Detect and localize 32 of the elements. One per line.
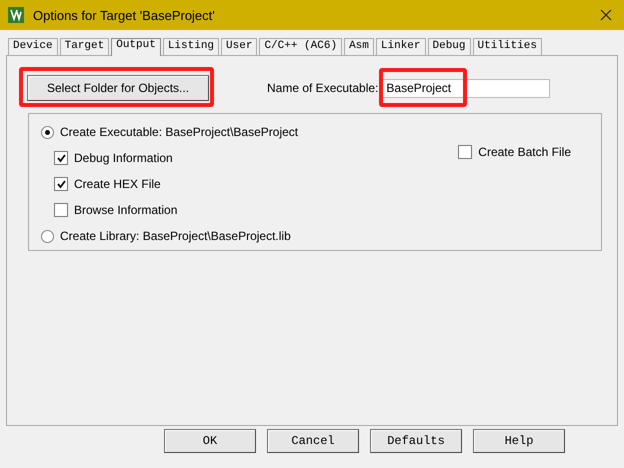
option-label: Create HEX File <box>74 177 161 191</box>
app-logo-icon <box>8 7 24 23</box>
input-field[interactable]: BaseProject <box>382 78 550 98</box>
option-label: Browse Information <box>74 203 178 217</box>
radio-button[interactable] <box>41 230 54 242</box>
window-title: Options for Target 'BaseProject' <box>33 8 216 22</box>
tab[interactable]: Listing <box>162 38 220 55</box>
ok-button[interactable]: OK <box>164 429 256 453</box>
checkbox[interactable] <box>458 145 472 159</box>
option-label: Create Executable: BaseProject\BaseProject <box>60 125 298 139</box>
option-label: Create Batch File <box>478 145 571 159</box>
tab[interactable]: Target <box>60 38 110 55</box>
tab[interactable]: Linker <box>376 38 426 55</box>
tab[interactable]: C/C++ (AC6) <box>259 38 342 55</box>
checkbox[interactable] <box>54 203 68 217</box>
option-label: Create Library: BaseProject\BaseProject.lib <box>60 229 291 243</box>
checkbox[interactable] <box>54 151 68 165</box>
tab[interactable]: Utilities <box>472 38 542 55</box>
cancel-button[interactable]: Cancel <box>267 429 359 453</box>
field-label: Name of Executable: <box>267 81 378 95</box>
close-icon[interactable] <box>600 9 612 21</box>
tab[interactable]: User <box>221 38 258 55</box>
tab[interactable]: Debug <box>428 38 471 55</box>
option-label: Debug Information <box>74 151 173 165</box>
tab[interactable]: Device <box>8 38 58 55</box>
help-button[interactable]: Help <box>473 429 565 453</box>
radio-button[interactable] <box>41 126 54 138</box>
defaults-button[interactable]: Defaults <box>370 429 462 453</box>
checkbox[interactable] <box>54 177 68 191</box>
tab[interactable]: Output <box>111 38 161 56</box>
select-folder-button[interactable]: Select Folder for Objects... <box>27 75 209 101</box>
tab[interactable]: Asm <box>344 38 374 55</box>
